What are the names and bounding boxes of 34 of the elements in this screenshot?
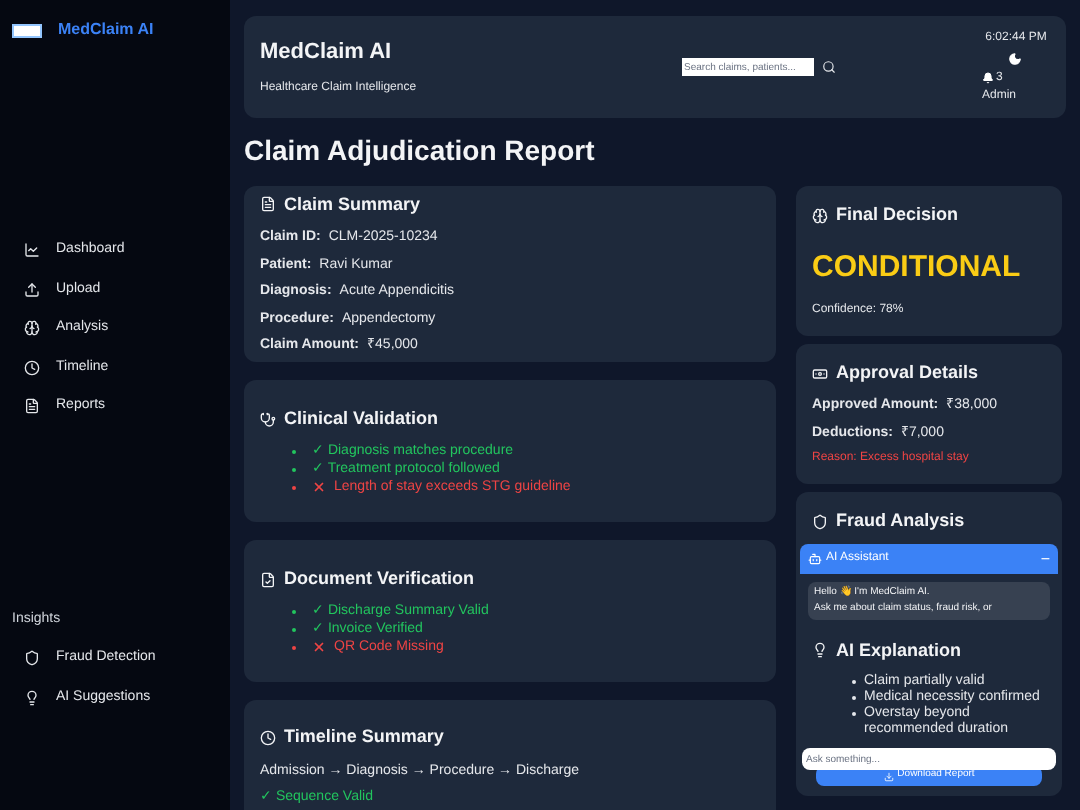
card-title: Fraud Analysis — [836, 508, 965, 534]
clock-icon — [24, 359, 40, 376]
document-icon — [260, 196, 276, 213]
line-chart-icon — [24, 242, 40, 259]
logo-icon — [12, 23, 42, 37]
search-icon[interactable] — [822, 60, 837, 74]
brain-icon — [24, 320, 40, 337]
card-title: Timeline Summary — [284, 724, 444, 750]
decision-value: CONDITIONAL — [812, 247, 1023, 287]
card-title: Approval Details — [836, 359, 979, 386]
card-title: Final Decision — [836, 202, 959, 228]
download-icon — [883, 771, 894, 781]
shield-icon — [24, 650, 40, 667]
document-icon — [260, 571, 276, 587]
shield-icon — [812, 513, 828, 530]
minimize-button[interactable]: − — [1040, 547, 1050, 571]
moon-icon[interactable] — [1008, 51, 1023, 65]
lightbulb-icon — [24, 689, 40, 706]
clock-icon — [260, 729, 276, 746]
card-title: Claim Summary — [284, 191, 421, 218]
lightbulb-icon — [812, 642, 828, 659]
app-title: MedClaim AI — [260, 37, 394, 68]
stethoscope-icon — [260, 411, 276, 427]
card-title: Clinical Validation — [284, 405, 439, 432]
card-title: AI Explanation — [836, 637, 962, 664]
robot-icon — [808, 552, 822, 566]
upload-icon — [24, 281, 40, 298]
banknote-icon — [812, 365, 828, 381]
page-title: Claim Adjudication Report — [244, 134, 597, 168]
document-icon — [24, 398, 40, 415]
bell-icon[interactable] — [981, 72, 994, 84]
card-title: Document Verification — [284, 565, 475, 592]
brand-name: MedClaim AI — [58, 18, 154, 42]
brain-icon — [812, 207, 828, 224]
